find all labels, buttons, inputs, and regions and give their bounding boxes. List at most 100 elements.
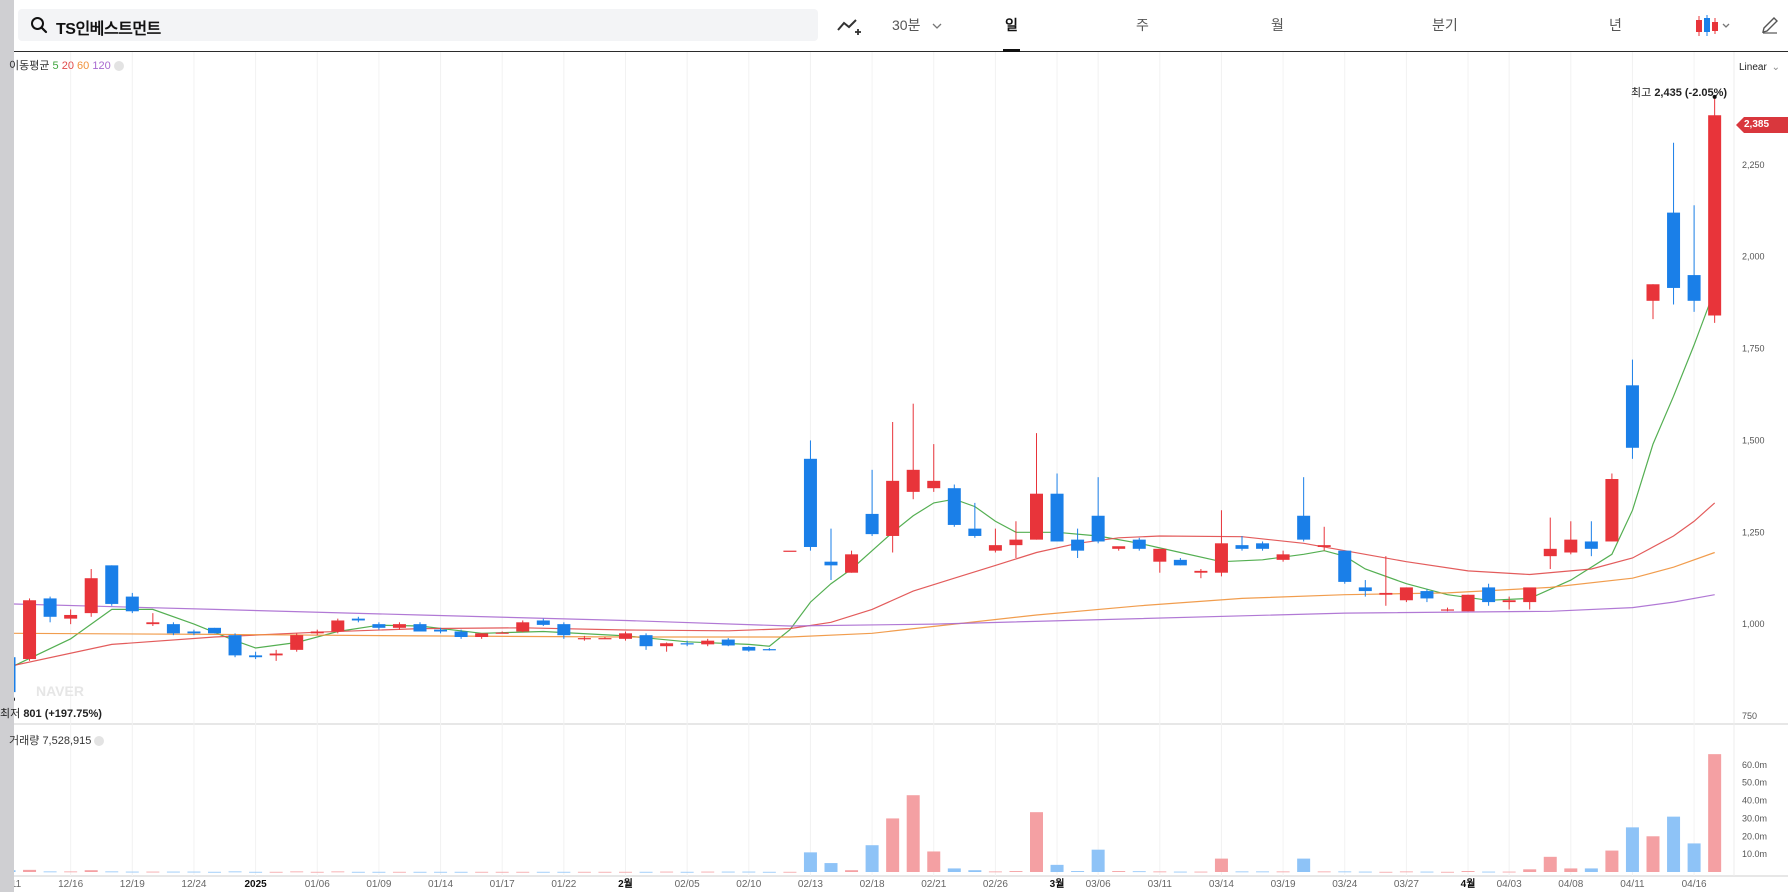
candle-body bbox=[84, 578, 98, 614]
low-value: 801 (+197.75%) bbox=[23, 708, 102, 720]
candle-body bbox=[1173, 559, 1187, 566]
volume-bar bbox=[906, 795, 920, 872]
candle-body bbox=[454, 631, 468, 638]
candle-body bbox=[249, 655, 263, 658]
volume-value: 7,528,915 bbox=[42, 735, 92, 747]
candle bbox=[1399, 587, 1413, 603]
tab-week[interactable]: 주 bbox=[1136, 13, 1149, 37]
candle bbox=[1482, 583, 1496, 606]
candle bbox=[742, 646, 756, 652]
candle bbox=[824, 528, 838, 581]
candle-body bbox=[228, 635, 242, 656]
candle bbox=[845, 550, 859, 573]
scale-dropdown[interactable]: Linear ⌄ bbox=[1739, 62, 1780, 73]
candle-body bbox=[495, 632, 509, 634]
volume-bar bbox=[14, 870, 16, 872]
volume-bar bbox=[434, 871, 448, 873]
candle bbox=[619, 631, 632, 641]
candle-body bbox=[1667, 212, 1681, 288]
volume-bar bbox=[1461, 871, 1475, 872]
volume-bar bbox=[413, 871, 427, 873]
tab-month[interactable]: 월 bbox=[1271, 13, 1284, 37]
candle bbox=[166, 622, 180, 636]
stock-chart[interactable]: 12/11 12/16 12/19 12/24 2025 01/06 01/09 01/14 0… bbox=[14, 0, 1788, 892]
candle-body bbox=[1564, 539, 1578, 553]
y-tick-label: 1,000 bbox=[1742, 619, 1765, 629]
volume-bar bbox=[495, 871, 509, 873]
y-tick-label: 2,250 bbox=[1742, 160, 1765, 170]
volume-bar bbox=[1009, 871, 1023, 872]
volume-bar bbox=[1297, 858, 1311, 872]
volume-bar bbox=[1687, 843, 1701, 872]
candle-body bbox=[1646, 284, 1660, 301]
settings-icon[interactable] bbox=[94, 736, 105, 747]
candle bbox=[269, 649, 283, 661]
candle bbox=[1625, 359, 1639, 459]
x-tick-label: 3월 bbox=[1050, 878, 1065, 890]
candle bbox=[475, 633, 489, 639]
volume-bar bbox=[187, 871, 201, 873]
candle bbox=[803, 440, 817, 551]
candle-body bbox=[1687, 275, 1701, 301]
ma-120-line bbox=[14, 594, 1715, 627]
candle bbox=[701, 638, 715, 647]
volume-bar bbox=[1502, 871, 1516, 873]
volume-tick-label: 60.0m bbox=[1742, 760, 1767, 770]
volume-bar bbox=[290, 871, 304, 873]
settings-icon[interactable] bbox=[113, 61, 124, 72]
pencil-icon[interactable] bbox=[1760, 15, 1780, 35]
volume-bar bbox=[1173, 871, 1187, 873]
candle bbox=[1461, 594, 1475, 612]
volume-bar bbox=[1605, 850, 1619, 872]
candle-body bbox=[1502, 600, 1516, 603]
candle bbox=[1235, 535, 1249, 551]
candle-body bbox=[125, 596, 139, 612]
candle bbox=[1030, 433, 1043, 540]
candle bbox=[660, 642, 674, 652]
candle-body bbox=[824, 561, 838, 566]
x-tick-label: 12/16 bbox=[58, 879, 83, 890]
volume-bar bbox=[680, 871, 694, 873]
volume-bar bbox=[701, 871, 715, 873]
interval-dropdown[interactable]: 30분 bbox=[892, 13, 920, 37]
candle-body bbox=[1605, 479, 1619, 542]
tab-quarter[interactable]: 분기 bbox=[1432, 13, 1458, 37]
y-tick-label: 2,000 bbox=[1742, 252, 1765, 262]
candle bbox=[105, 565, 119, 606]
candle bbox=[413, 622, 427, 632]
candle-body bbox=[1482, 587, 1496, 603]
ma-legend[interactable]: 이동평균 5 20 60 120 bbox=[9, 57, 124, 73]
candle-body bbox=[1214, 543, 1228, 573]
ma-60-label: 60 bbox=[77, 60, 90, 72]
volume-bar bbox=[1091, 849, 1105, 872]
volume-bar bbox=[968, 870, 982, 872]
volume-bar bbox=[1564, 868, 1578, 872]
volume-bar bbox=[577, 871, 591, 873]
chevron-down-icon[interactable] bbox=[932, 22, 942, 30]
candle bbox=[639, 633, 653, 650]
drawing-tool-icon[interactable] bbox=[836, 16, 862, 38]
candle bbox=[23, 598, 37, 661]
candle-body bbox=[865, 513, 879, 535]
candle-body bbox=[1338, 550, 1352, 582]
candle bbox=[516, 620, 530, 633]
x-tick-label: 02/10 bbox=[736, 879, 761, 890]
candlestick-type-icon[interactable] bbox=[1694, 14, 1732, 38]
candle-body bbox=[906, 469, 920, 492]
tab-year[interactable]: 년 bbox=[1609, 13, 1622, 37]
volume-bar bbox=[1153, 871, 1167, 873]
tab-day[interactable]: 일 bbox=[1003, 13, 1020, 52]
volume-tick-label: 30.0m bbox=[1742, 813, 1767, 823]
y-tick-label: 1,500 bbox=[1742, 435, 1765, 445]
volume-bar bbox=[84, 870, 98, 872]
x-tick-label: 12/11 bbox=[14, 879, 22, 890]
volume-bar bbox=[660, 871, 674, 873]
candle-body bbox=[1153, 548, 1167, 562]
volume-bar bbox=[803, 852, 817, 872]
candle-body bbox=[1379, 592, 1393, 595]
candle-body bbox=[1256, 543, 1270, 549]
search-value: TS인베스트먼트 bbox=[56, 21, 161, 38]
candle-body bbox=[1132, 539, 1146, 549]
search-input[interactable]: TS인베스트먼트 bbox=[18, 9, 818, 41]
candle-body bbox=[1399, 587, 1413, 601]
